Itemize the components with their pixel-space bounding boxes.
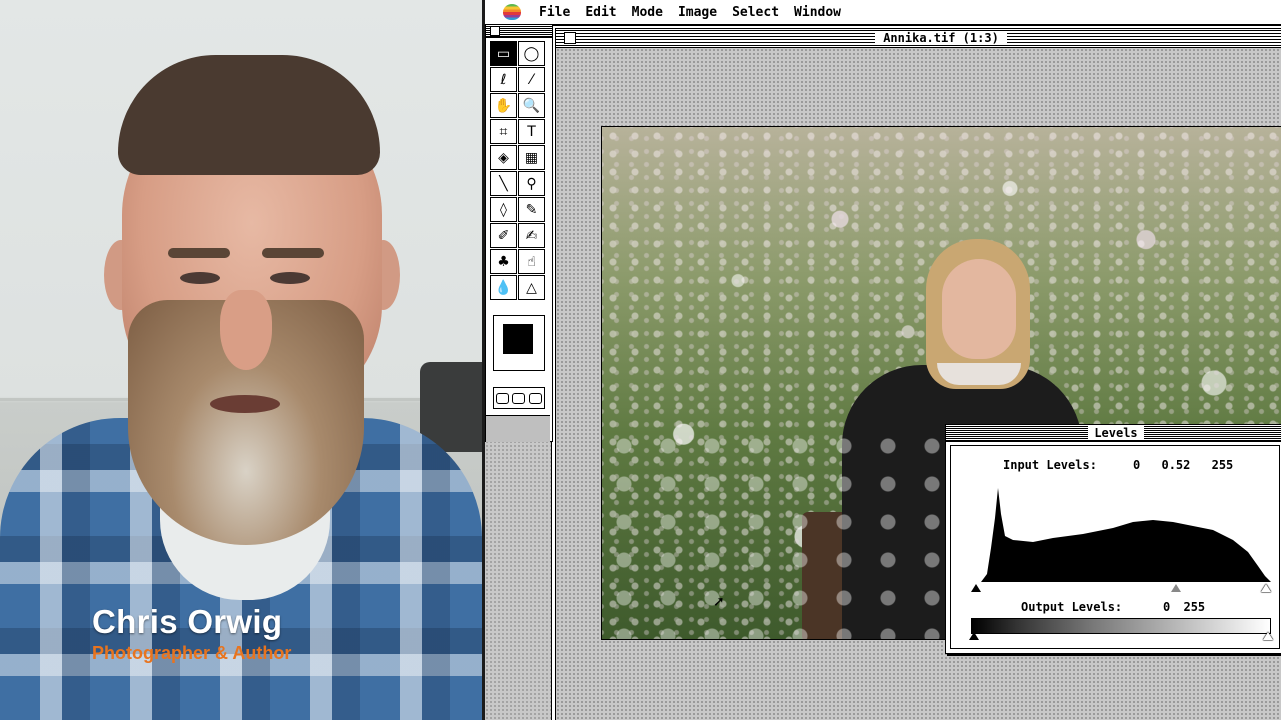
marquee-icon[interactable]: ▭ (490, 41, 517, 66)
output-black-handle[interactable] (969, 632, 979, 640)
pencil-icon[interactable]: ✎ (518, 197, 545, 222)
toolbox-close-icon[interactable] (490, 26, 500, 36)
input-black-value[interactable]: 0 (1133, 458, 1140, 472)
apple-menu-icon[interactable] (503, 4, 521, 20)
mac-desktop: File Edit Mode Image Select Window Annik… (485, 0, 1281, 720)
crop-icon[interactable]: ⌗ (490, 119, 517, 144)
input-gamma-handle[interactable] (1171, 584, 1181, 592)
line-icon[interactable]: ╲ (490, 171, 517, 196)
output-slider[interactable] (969, 632, 1273, 642)
sharpen-icon[interactable]: △ (518, 275, 545, 300)
output-white-handle[interactable] (1263, 632, 1273, 640)
menu-edit[interactable]: Edit (585, 5, 616, 20)
document-titlebar[interactable]: Annika.tif (1:3) (556, 29, 1281, 48)
output-levels-label: Output Levels: (1021, 600, 1123, 614)
full-screen-menu-mode-icon[interactable] (512, 392, 526, 404)
tool-grid: ▭ ◯ ℓ ⁄ ✋ 🔍 ⌗ T ◈ ▦ ╲ ⚲ ◊ ✎ ✐ ✍ ♣ ☝ 💧 △ (490, 41, 545, 300)
levels-title: Levels (1088, 426, 1144, 440)
presenter-video: Chris Orwig Photographer & Author (0, 0, 482, 720)
histogram (973, 488, 1271, 582)
close-box-icon[interactable] (564, 32, 576, 44)
levels-titlebar[interactable]: Levels (946, 425, 1281, 442)
presenter-title: Photographer & Author (92, 643, 292, 663)
lasso-icon[interactable]: ℓ (490, 67, 517, 92)
lower-third: Chris Orwig Photographer & Author (92, 604, 291, 664)
mouse-cursor-icon: ➚ (713, 594, 725, 610)
levels-body: Input Levels: 0 0.52 255 Output Levels: … (950, 445, 1280, 649)
input-black-handle[interactable] (971, 584, 981, 592)
desktop-strip (485, 440, 552, 720)
menu-window[interactable]: Window (794, 5, 841, 20)
presenter-name: Chris Orwig (92, 603, 283, 640)
presenter-brow-left (168, 248, 230, 258)
standard-mode-icon[interactable] (495, 392, 509, 404)
color-swatches[interactable] (493, 315, 545, 371)
full-screen-mode-icon[interactable] (529, 392, 543, 404)
rubber-stamp-icon[interactable]: ♣ (490, 249, 517, 274)
foreground-color-swatch[interactable] (503, 324, 533, 354)
toolbox-titlebar[interactable] (486, 25, 552, 38)
ellipse-marquee-icon[interactable]: ◯ (518, 41, 545, 66)
presenter-mouth (210, 395, 280, 413)
input-levels-values: 0 0.52 255 (1133, 458, 1233, 472)
hand-icon[interactable]: ✋ (490, 93, 517, 118)
histogram-fill (973, 488, 1271, 582)
presenter-hair (118, 55, 380, 175)
gradient-icon[interactable]: ▦ (518, 145, 545, 170)
toolbox-footer (486, 415, 550, 442)
menu-file[interactable]: File (539, 5, 570, 20)
screen-mode-buttons (493, 387, 545, 409)
menu-image[interactable]: Image (678, 5, 717, 20)
levels-dialog: Levels Input Levels: 0 0.52 255 Output L… (945, 424, 1281, 654)
menu-mode[interactable]: Mode (632, 5, 663, 20)
output-levels-values: 0 255 (1163, 600, 1205, 614)
presenter-eye-right (270, 272, 310, 284)
paintbrush-icon[interactable]: ✍ (518, 223, 545, 248)
paint-bucket-icon[interactable]: ◈ (490, 145, 517, 170)
output-black-value[interactable]: 0 (1163, 600, 1170, 614)
blur-icon[interactable]: 💧 (490, 275, 517, 300)
presenter-nose (220, 290, 272, 370)
presenter-brow-right (262, 248, 324, 258)
magic-wand-icon[interactable]: ⁄ (518, 67, 545, 92)
input-levels-label: Input Levels: (1003, 458, 1097, 472)
photo-girl-collar (937, 363, 1021, 385)
eyedropper-icon[interactable]: ⚲ (518, 171, 545, 196)
document-title: Annika.tif (1:3) (875, 31, 1007, 45)
input-white-value[interactable]: 255 (1212, 458, 1234, 472)
input-slider[interactable] (971, 584, 1271, 594)
photo-girl-face (942, 259, 1016, 359)
menu-select[interactable]: Select (732, 5, 779, 20)
eraser-icon[interactable]: ◊ (490, 197, 517, 222)
toolbox-palette: ▭ ◯ ℓ ⁄ ✋ 🔍 ⌗ T ◈ ▦ ╲ ⚲ ◊ ✎ ✐ ✍ ♣ ☝ 💧 △ (485, 24, 553, 442)
input-white-handle[interactable] (1261, 584, 1271, 592)
output-white-value[interactable]: 255 (1183, 600, 1205, 614)
smudge-icon[interactable]: ☝ (518, 249, 545, 274)
input-gamma-value[interactable]: 0.52 (1161, 458, 1190, 472)
zoom-icon[interactable]: 🔍 (518, 93, 545, 118)
airbrush-icon[interactable]: ✐ (490, 223, 517, 248)
presenter-eye-left (180, 272, 220, 284)
menu-bar: File Edit Mode Image Select Window (485, 0, 1281, 26)
type-icon[interactable]: T (518, 119, 545, 144)
